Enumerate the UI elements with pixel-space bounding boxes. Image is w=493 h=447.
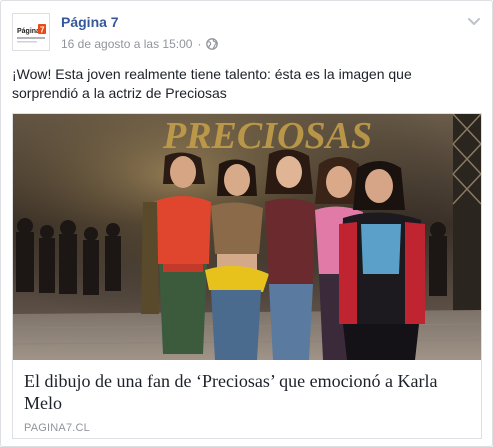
page-avatar[interactable]: Página 7 <box>12 13 50 51</box>
actresses-group-photo: PRECIOSAS <box>13 114 481 360</box>
link-preview-image[interactable]: PRECIOSAS <box>13 114 481 360</box>
logo-wordmark: Página <box>17 28 40 35</box>
post-meta: 16 de agosto a las 15:00 · <box>61 36 219 52</box>
link-domain: PAGINA7.CL <box>24 422 90 434</box>
link-title[interactable]: El dibujo de una fan de ‘Preciosas’ que … <box>24 370 470 414</box>
facebook-post: Página 7 Página 7 16 de agosto a las 15:… <box>0 0 493 447</box>
page-name-link[interactable]: Página 7 <box>61 13 119 31</box>
pagina7-logo: Página 7 <box>13 14 49 50</box>
person-3 <box>265 149 315 360</box>
post-message: ¡Wow! Esta joven realmente tiene talento… <box>12 66 412 101</box>
chevron-down-icon[interactable] <box>466 13 482 29</box>
globe-icon[interactable] <box>206 38 219 50</box>
link-preview-card[interactable]: PRECIOSAS El dibujo de una fan de ‘Preci… <box>12 113 482 439</box>
meta-separator: · <box>197 37 202 51</box>
image-banner-text: PRECIOSAS <box>162 115 372 157</box>
post-timestamp[interactable]: 16 de agosto a las 15:00 <box>61 36 192 52</box>
logo-number: 7 <box>40 26 45 35</box>
